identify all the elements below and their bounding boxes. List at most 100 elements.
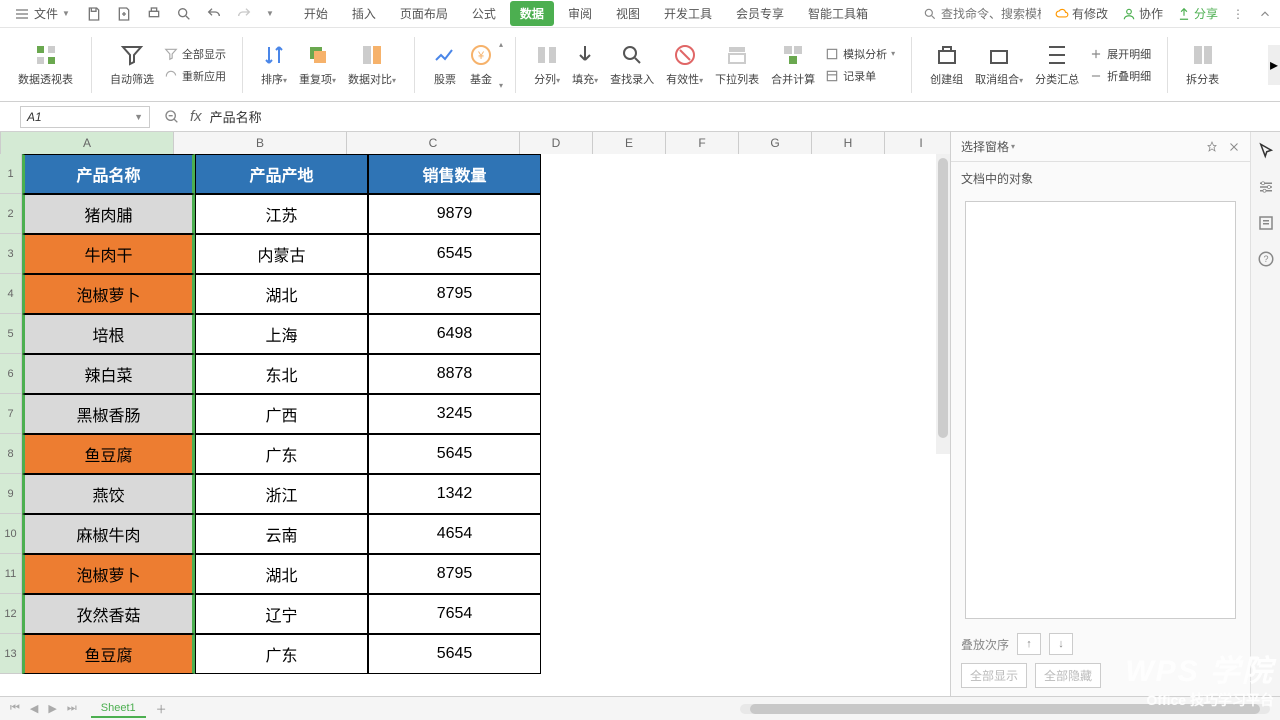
share-button[interactable]: 分享 (1177, 5, 1218, 22)
table-cell[interactable]: 泡椒萝卜 (22, 554, 195, 594)
dropdown-list-button[interactable]: 下拉列表 (709, 33, 765, 97)
table-cell[interactable]: 牛肉干 (22, 234, 195, 274)
has-changes-button[interactable]: 有修改 (1055, 5, 1108, 22)
bring-forward-button[interactable]: ↑ (1017, 633, 1041, 655)
row-header-6[interactable]: 6 (0, 354, 22, 394)
table-cell[interactable]: 鱼豆腐 (22, 634, 195, 674)
tab-会员专享[interactable]: 会员专享 (726, 1, 794, 26)
group-button[interactable]: 创建组 (924, 33, 969, 97)
hide-all-objects-button[interactable]: 全部隐藏 (1035, 663, 1101, 688)
cooperate-button[interactable]: 协作 (1122, 5, 1163, 22)
table-cell[interactable]: 广西 (195, 394, 368, 434)
table-cell[interactable]: 5645 (368, 434, 541, 474)
scroll-down-icon[interactable]: ▾ (499, 81, 503, 90)
form-button[interactable]: 记录单 (821, 66, 899, 86)
table-cell[interactable]: 8795 (368, 274, 541, 314)
table-cell[interactable]: 培根 (22, 314, 195, 354)
table-cell[interactable]: 上海 (195, 314, 368, 354)
table-cell[interactable]: 4654 (368, 514, 541, 554)
col-header-E[interactable]: E (593, 132, 666, 154)
table-cell[interactable]: 6545 (368, 234, 541, 274)
table-cell[interactable]: 浙江 (195, 474, 368, 514)
table-header[interactable]: 销售数量 (368, 154, 541, 194)
table-cell[interactable]: 麻椒牛肉 (22, 514, 195, 554)
table-cell[interactable]: 东北 (195, 354, 368, 394)
reapply-button[interactable]: 重新应用 (160, 66, 230, 86)
table-header[interactable]: 产品名称 (22, 154, 195, 194)
table-cell[interactable]: 云南 (195, 514, 368, 554)
tab-开发工具[interactable]: 开发工具 (654, 1, 722, 26)
table-cell[interactable]: 湖北 (195, 554, 368, 594)
table-cell[interactable]: 3245 (368, 394, 541, 434)
fill-button[interactable]: 填充▾ (566, 33, 604, 97)
split-table-button[interactable]: 拆分表 (1180, 33, 1225, 97)
tab-开始[interactable]: 开始 (294, 1, 338, 26)
first-sheet-icon[interactable]: ⏮ (10, 702, 20, 715)
settings-icon[interactable] (1257, 178, 1275, 196)
row-header-2[interactable]: 2 (0, 194, 22, 234)
row-header-5[interactable]: 5 (0, 314, 22, 354)
table-cell[interactable]: 辽宁 (195, 594, 368, 634)
table-cell[interactable]: 8795 (368, 554, 541, 594)
find-entry-button[interactable]: 查找录入 (604, 33, 660, 97)
row-header-11[interactable]: 11 (0, 554, 22, 594)
cursor-icon[interactable] (1257, 142, 1275, 160)
undo-icon[interactable] (206, 6, 222, 22)
merge-calc-button[interactable]: 合并计算 (765, 33, 821, 97)
more-icon[interactable]: ⋮ (1232, 7, 1244, 21)
prev-sheet-icon[interactable]: ◀ (30, 702, 38, 715)
split-column-button[interactable]: 分列▾ (528, 33, 566, 97)
collapse-ribbon-icon[interactable] (1258, 7, 1272, 21)
col-header-D[interactable]: D (520, 132, 593, 154)
save-as-icon[interactable] (116, 6, 132, 22)
add-sheet-button[interactable]: ＋ (156, 701, 167, 717)
vertical-scrollbar[interactable] (936, 154, 950, 454)
tab-智能工具箱[interactable]: 智能工具箱 (798, 1, 878, 26)
row-header-1[interactable]: 1 (0, 154, 22, 194)
table-cell[interactable]: 江苏 (195, 194, 368, 234)
tab-插入[interactable]: 插入 (342, 1, 386, 26)
table-cell[interactable]: 辣白菜 (22, 354, 195, 394)
name-box[interactable]: A1 ▼ (20, 106, 150, 128)
sort-button[interactable]: 排序▾ (255, 33, 293, 97)
row-header-8[interactable]: 8 (0, 434, 22, 474)
command-search[interactable] (923, 7, 1041, 21)
last-sheet-icon[interactable]: ⏭ (67, 702, 77, 715)
fx-icon[interactable]: fx (190, 108, 202, 125)
table-cell[interactable]: 5645 (368, 634, 541, 674)
col-header-I[interactable]: I (885, 132, 950, 154)
validation-button[interactable]: 有效性▾ (660, 33, 709, 97)
search-input[interactable] (941, 7, 1041, 21)
col-header-A[interactable]: A (1, 132, 174, 154)
help-icon[interactable]: ? (1257, 250, 1275, 268)
pin-icon[interactable] (1206, 141, 1218, 153)
tab-页面布局[interactable]: 页面布局 (390, 1, 458, 26)
col-header-F[interactable]: F (666, 132, 739, 154)
table-cell[interactable]: 燕饺 (22, 474, 195, 514)
compare-button[interactable]: 数据对比▾ (342, 33, 402, 97)
table-cell[interactable]: 猪肉脯 (22, 194, 195, 234)
table-cell[interactable]: 鱼豆腐 (22, 434, 195, 474)
table-header[interactable]: 产品产地 (195, 154, 368, 194)
pivot-table-button[interactable]: 数据透视表 (12, 33, 79, 97)
properties-icon[interactable] (1257, 214, 1275, 232)
col-header-C[interactable]: C (347, 132, 520, 154)
table-cell[interactable]: 广东 (195, 634, 368, 674)
table-cell[interactable]: 8878 (368, 354, 541, 394)
autofilter-button[interactable]: 自动筛选 (104, 33, 160, 97)
close-icon[interactable] (1228, 141, 1240, 153)
tab-审阅[interactable]: 审阅 (558, 1, 602, 26)
sheet-tab[interactable]: Sheet1 (91, 700, 146, 718)
table-cell[interactable]: 1342 (368, 474, 541, 514)
tab-公式[interactable]: 公式 (462, 1, 506, 26)
subtotal-button[interactable]: 分类汇总 (1029, 33, 1085, 97)
ribbon-scroll-right-icon[interactable]: ▸ (1268, 45, 1280, 85)
simulation-button[interactable]: 模拟分析▾ (821, 44, 899, 64)
file-menu[interactable]: 文件 ▼ (8, 5, 76, 22)
horizontal-scrollbar[interactable] (740, 704, 1270, 714)
table-cell[interactable]: 广东 (195, 434, 368, 474)
row-header-13[interactable]: 13 (0, 634, 22, 674)
dedup-button[interactable]: 重复项▾ (293, 33, 342, 97)
col-header-H[interactable]: H (812, 132, 885, 154)
redo-icon[interactable] (236, 6, 252, 22)
